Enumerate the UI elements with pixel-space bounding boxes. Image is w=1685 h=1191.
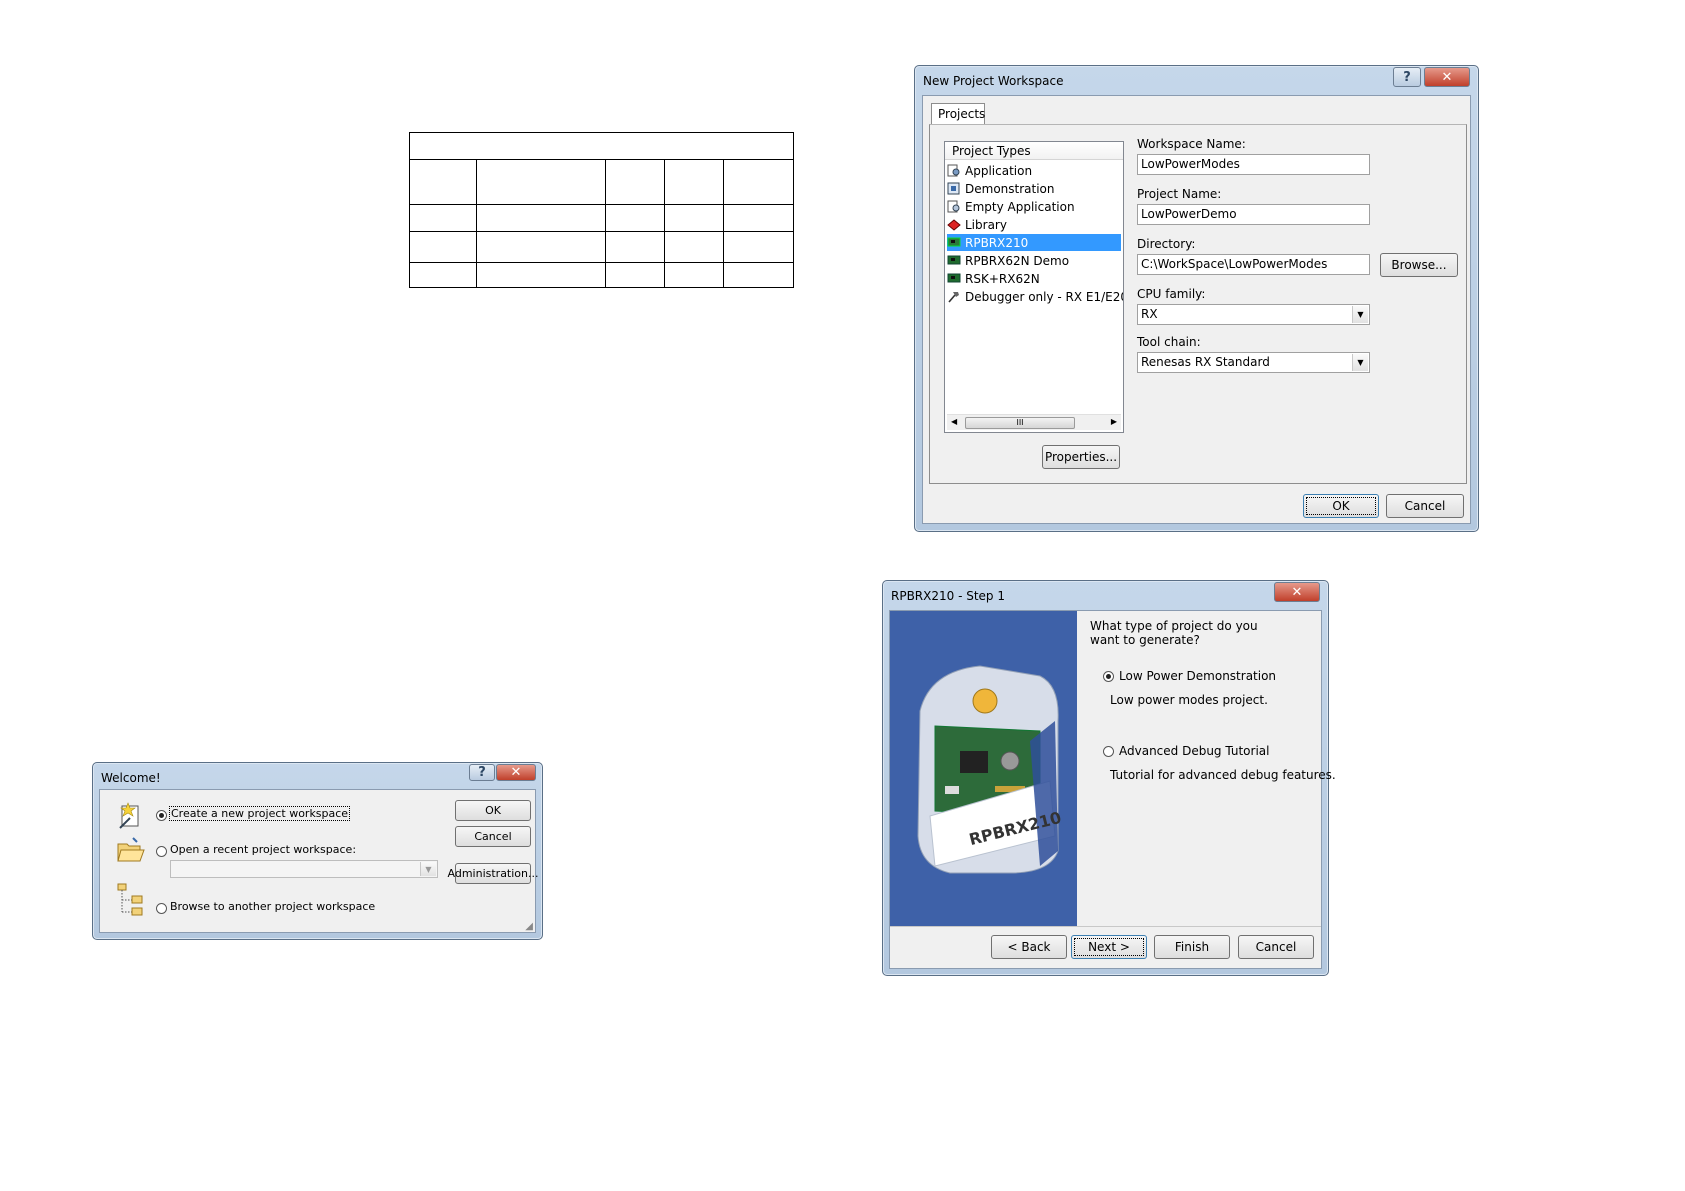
list-header: Project Types xyxy=(945,142,1123,160)
chevron-down-icon[interactable]: ▼ xyxy=(420,862,436,876)
welcome-dialog: Welcome! ? ✕ Create a new project worksp… xyxy=(92,762,543,940)
scroll-thumb[interactable]: III xyxy=(965,417,1075,429)
tab-panel: Project Types Application Demonstration … xyxy=(929,124,1467,484)
administration-button[interactable]: Administration... xyxy=(448,863,539,884)
ok-button[interactable]: OK xyxy=(455,800,531,821)
hammer-icon xyxy=(948,292,959,303)
finish-button[interactable]: Finish xyxy=(1154,935,1230,959)
scroll-left-icon[interactable]: ◀ xyxy=(951,417,957,426)
demonstration-icon xyxy=(947,182,960,195)
list-item-library[interactable]: Library xyxy=(947,216,1121,233)
directory-label: Directory: xyxy=(1137,237,1196,251)
tool-chain-label: Tool chain: xyxy=(1137,335,1201,349)
list-item-rpbrx210[interactable]: RPBRX210 xyxy=(947,234,1121,251)
advanced-debug-radio[interactable] xyxy=(1103,746,1114,757)
application-icon xyxy=(947,164,960,177)
tab-projects[interactable]: Projects xyxy=(931,103,985,125)
open-recent-radio[interactable] xyxy=(156,846,167,857)
properties-button[interactable]: Properties... xyxy=(1042,445,1120,469)
title-bar: New Project Workspace ? ✕ xyxy=(915,66,1478,96)
low-power-demo-radio[interactable] xyxy=(1103,671,1114,682)
blank-table xyxy=(409,132,794,288)
new-project-workspace-dialog: New Project Workspace ? ✕ Projects Proje… xyxy=(914,65,1479,532)
recent-workspace-select[interactable]: ▼ xyxy=(170,860,438,878)
list-item-demonstration[interactable]: Demonstration xyxy=(947,180,1121,197)
tool-chain-select[interactable]: Renesas RX Standard ▼ xyxy=(1137,352,1370,373)
directory-input[interactable]: C:\WorkSpace\LowPowerModes xyxy=(1137,254,1370,275)
create-workspace-label[interactable]: Create a new project workspace xyxy=(168,806,351,821)
dialog-client: RPBRX210 What type of project do you wan… xyxy=(889,610,1336,969)
cancel-button[interactable]: Cancel xyxy=(455,826,531,847)
chevron-down-icon[interactable]: ▼ xyxy=(1352,306,1368,323)
title-bar: RPBRX210 - Step 1 ✕ xyxy=(883,581,1328,611)
workspace-name-label: Workspace Name: xyxy=(1137,137,1246,151)
list-item-empty-application[interactable]: Empty Application xyxy=(947,198,1121,215)
folder-tree-icon xyxy=(117,883,143,916)
library-icon xyxy=(947,219,961,231)
dialog-title: New Project Workspace xyxy=(923,74,1064,88)
table-cell xyxy=(409,132,794,160)
board-image-panel: RPBRX210 xyxy=(890,611,1077,926)
empty-application-icon xyxy=(947,200,960,213)
list-item-application[interactable]: Application xyxy=(947,162,1121,179)
chevron-down-icon[interactable]: ▼ xyxy=(1352,354,1368,371)
cpu-family-label: CPU family: xyxy=(1137,287,1206,301)
open-recent-label[interactable]: Open a recent project workspace: xyxy=(170,843,356,856)
advanced-debug-label[interactable]: Advanced Debug Tutorial xyxy=(1119,744,1269,758)
browse-button[interactable]: Browse... xyxy=(1380,253,1458,277)
cpu-family-select[interactable]: RX ▼ xyxy=(1137,304,1370,325)
close-button[interactable]: ✕ xyxy=(496,764,536,781)
list-item-rpbrx62n-demo[interactable]: RPBRX62N Demo xyxy=(947,252,1121,269)
board-icon xyxy=(947,237,961,247)
project-generator-step1-dialog: RPBRX210 - Step 1 ✕ RPBRX210 What type o… xyxy=(882,580,1336,976)
horizontal-scrollbar[interactable]: ◀ III ▶ xyxy=(947,414,1121,430)
list-item-debugger-only[interactable]: Debugger only - RX E1/E20 S xyxy=(947,288,1123,305)
dialog-client: Create a new project workspace Open a re… xyxy=(99,789,539,933)
help-button[interactable]: ? xyxy=(1393,67,1421,87)
browse-workspace-radio[interactable] xyxy=(156,903,167,914)
close-button[interactable]: ✕ xyxy=(1274,582,1320,602)
back-button[interactable]: < Back xyxy=(991,935,1067,959)
scroll-right-icon[interactable]: ▶ xyxy=(1111,417,1117,426)
browse-workspace-label[interactable]: Browse to another project workspace xyxy=(170,900,375,913)
project-name-label: Project Name: xyxy=(1137,187,1222,201)
list-item-rsk-rx62n[interactable]: RSK+RX62N xyxy=(947,270,1121,287)
cancel-button[interactable]: Cancel xyxy=(1238,935,1314,959)
low-power-demo-label[interactable]: Low Power Demonstration xyxy=(1119,669,1276,683)
create-workspace-radio[interactable] xyxy=(156,810,167,821)
dialog-client: Projects Project Types Application Demon… xyxy=(922,95,1471,524)
ok-button[interactable]: OK xyxy=(1303,494,1379,518)
project-name-input[interactable]: LowPowerDemo xyxy=(1137,204,1370,225)
board-icon xyxy=(947,255,961,265)
folder-open-icon xyxy=(117,837,145,862)
project-types-list[interactable]: Project Types Application Demonstration … xyxy=(944,141,1124,433)
footer-divider xyxy=(890,926,1321,927)
cancel-button[interactable]: Cancel xyxy=(1386,494,1464,518)
advanced-debug-desc: Tutorial for advanced debug features. xyxy=(1110,768,1336,782)
close-button[interactable]: ✕ xyxy=(1424,67,1470,87)
new-workspace-icon xyxy=(119,802,139,829)
question-text: What type of project do you want to gene… xyxy=(1090,619,1258,647)
help-button[interactable]: ? xyxy=(469,764,495,781)
dialog-title: Welcome! xyxy=(101,771,161,785)
workspace-name-input[interactable]: LowPowerModes xyxy=(1137,154,1370,175)
board-package-image xyxy=(917,665,1059,874)
dialog-title: RPBRX210 - Step 1 xyxy=(891,589,1005,603)
resize-grip-icon[interactable]: ◢ xyxy=(525,921,533,932)
next-button[interactable]: Next > xyxy=(1071,935,1147,959)
low-power-demo-desc: Low power modes project. xyxy=(1110,693,1268,707)
board-icon xyxy=(947,273,961,283)
